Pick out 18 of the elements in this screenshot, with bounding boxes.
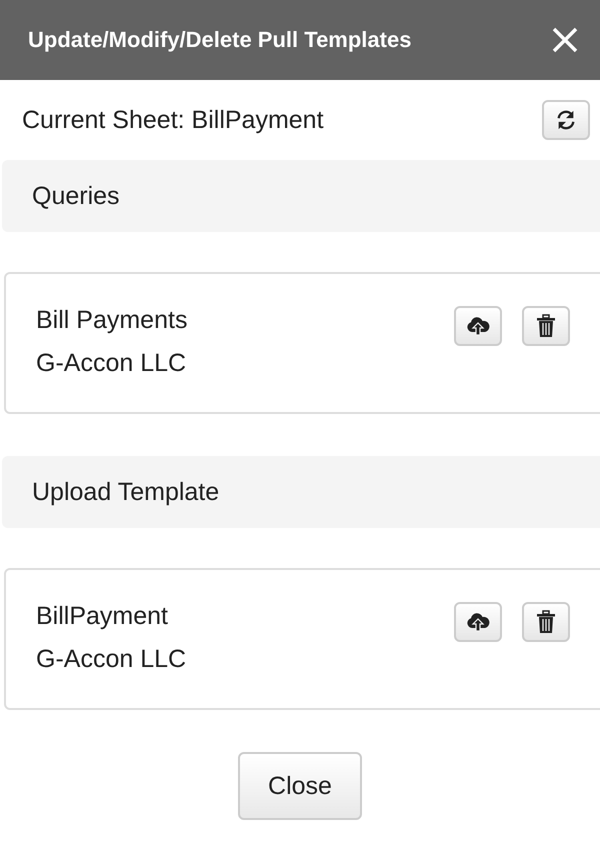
company-name: G-Accon LLC <box>36 349 188 378</box>
template-name: Bill Payments <box>36 306 188 335</box>
dialog-title: Update/Modify/Delete Pull Templates <box>28 27 412 53</box>
section-title: Queries <box>32 182 120 210</box>
section-title: Upload Template <box>32 478 220 506</box>
delete-button[interactable] <box>522 602 570 642</box>
upload-button[interactable] <box>454 306 502 346</box>
refresh-icon <box>555 109 577 131</box>
close-button[interactable]: Close <box>238 752 362 820</box>
current-sheet-label: Current Sheet: BillPayment <box>22 106 324 134</box>
upload-button[interactable] <box>454 602 502 642</box>
company-name: G-Accon LLC <box>36 645 186 674</box>
trash-icon <box>535 610 557 634</box>
delete-button[interactable] <box>522 306 570 346</box>
close-icon[interactable] <box>552 27 578 53</box>
trash-icon <box>535 314 557 338</box>
template-name: BillPayment <box>36 602 169 631</box>
refresh-button[interactable] <box>542 100 590 140</box>
